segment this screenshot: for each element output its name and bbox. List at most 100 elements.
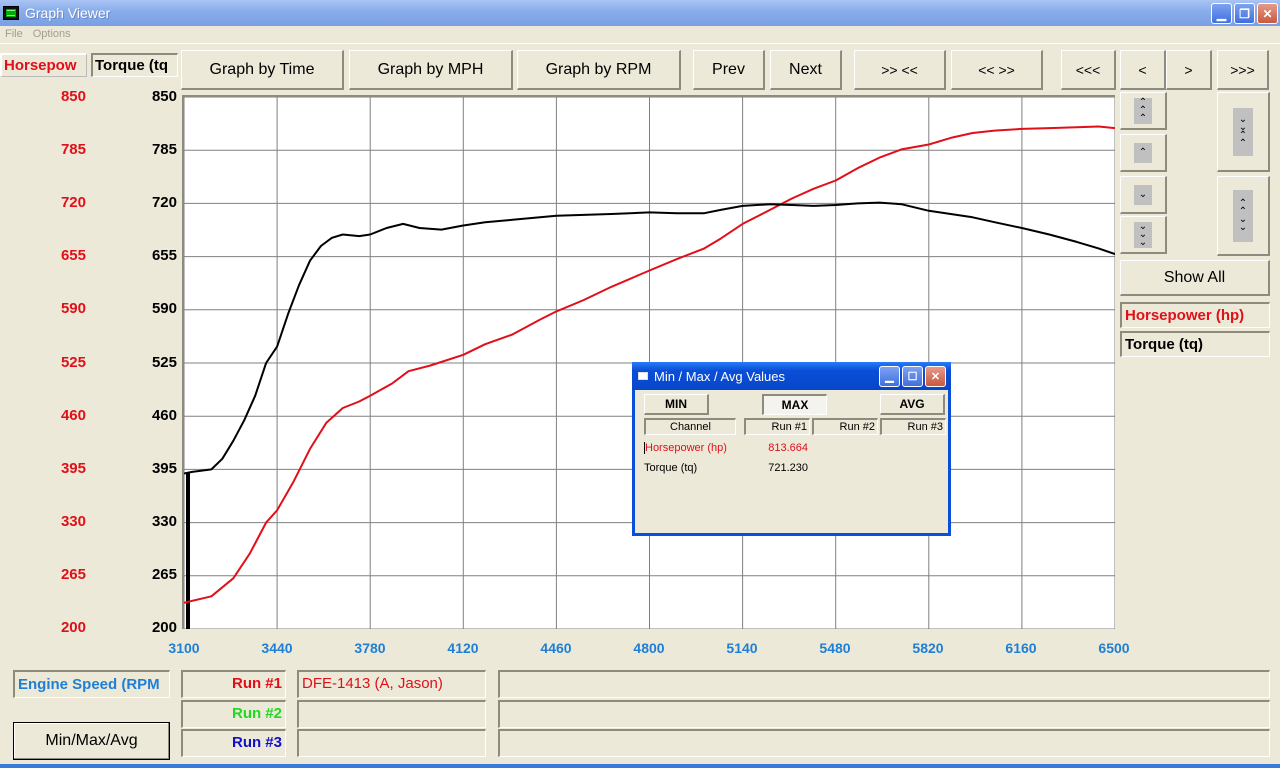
y-right-tick-label: 525 — [151, 353, 177, 371]
dialog-title-bar[interactable]: Min / Max / Avg Values ▁ ☐ ✕ — [632, 362, 951, 390]
close-icon: ✕ — [1262, 6, 1273, 21]
legend-horsepower[interactable]: Horsepower (hp) — [1120, 302, 1270, 328]
y-right-tick-label: 460 — [151, 406, 177, 424]
compress-icon: ⌄ ⌄ ⌃ ⌃ — [1233, 107, 1253, 156]
title-bar: Graph Viewer ▁ ❐ ✕ — [0, 0, 1280, 26]
legend-torque[interactable]: Torque (tq) — [1120, 331, 1270, 357]
y-right-tick-label: 590 — [151, 300, 177, 318]
header-channel: Channel — [644, 418, 736, 435]
menu-bar: File Options — [0, 26, 1280, 44]
run-3-name[interactable] — [297, 729, 486, 757]
y-left-tick-label: 330 — [60, 512, 86, 530]
x-tick-label: 4800 — [633, 640, 665, 656]
x-tick-label: 4120 — [447, 640, 479, 656]
y-right-tick-label: 265 — [151, 565, 177, 583]
x-tick-label: 5140 — [726, 640, 758, 656]
run-1-info — [498, 670, 1270, 698]
x-channel-field[interactable]: Engine Speed (RPM — [13, 670, 170, 698]
run-2-info — [498, 700, 1270, 728]
y-left-tick-label: 590 — [60, 300, 86, 318]
x-tick-label: 4460 — [540, 640, 572, 656]
row-torque-run-1: 721.230 — [768, 462, 808, 474]
y-right-tick-label: 395 — [151, 459, 177, 477]
row-horsepower-run-1: 813.664 — [768, 442, 808, 454]
app-icon — [3, 6, 19, 20]
scroll-top-button[interactable]: ⌃ ⌃ ⌃ — [1120, 92, 1167, 130]
minimize-icon: ▁ — [1216, 6, 1227, 21]
x-tick-label: 5480 — [819, 640, 851, 656]
minimize-icon: ▁ — [885, 371, 894, 383]
show-all-button[interactable]: Show All — [1120, 260, 1270, 296]
dialog-maximize-button[interactable]: ☐ — [902, 366, 923, 387]
run-2-label: Run #2 — [181, 700, 286, 728]
step-forward-button[interactable]: > — [1166, 50, 1212, 90]
expand-scale-button[interactable]: ⌃ ⌃ ⌄ ⌄ — [1217, 176, 1270, 256]
run-1-label: Run #1 — [181, 670, 286, 698]
row-torque-channel[interactable]: Torque (tq) — [644, 462, 697, 474]
header-run-1: Run #1 — [744, 418, 810, 435]
x-tick-label: 3100 — [168, 640, 200, 656]
x-tick-label: 5820 — [912, 640, 944, 656]
dialog-icon — [638, 372, 648, 380]
next-button[interactable]: Next — [770, 50, 842, 90]
graph-by-mph-button[interactable]: Graph by MPH — [349, 50, 513, 90]
dialog-close-button[interactable]: ✕ — [925, 366, 946, 387]
run-3-info — [498, 729, 1270, 757]
first-button[interactable]: <<< — [1061, 50, 1116, 90]
last-button[interactable]: >>> — [1217, 50, 1269, 90]
y-right-tick-label: 655 — [151, 247, 177, 265]
triple-chevron-down-icon: ⌄ ⌄ ⌄ — [1134, 221, 1152, 248]
y-right-tick-label: 850 — [151, 88, 177, 105]
chevron-up-icon: ⌃ — [1134, 142, 1152, 163]
menu-file[interactable]: File — [0, 26, 28, 43]
max-button[interactable]: MAX — [762, 394, 827, 415]
row-horsepower-channel[interactable]: Horsepower (hp) — [644, 442, 727, 454]
compress-scale-button[interactable]: ⌄ ⌄ ⌃ ⌃ — [1217, 92, 1270, 172]
graph-by-time-button[interactable]: Graph by Time — [181, 50, 344, 90]
min-max-avg-button[interactable]: Min/Max/Avg — [13, 722, 170, 760]
maximize-icon: ☐ — [907, 371, 918, 383]
min-max-avg-dialog: Min / Max / Avg Values ▁ ☐ ✕ MIN MAX AVG… — [632, 362, 951, 536]
minimize-button[interactable]: ▁ — [1211, 3, 1232, 24]
dialog-title: Min / Max / Avg Values — [654, 368, 786, 384]
restore-button[interactable]: ❐ — [1234, 3, 1255, 24]
y-left-tick-label: 655 — [60, 247, 86, 265]
prev-button[interactable]: Prev — [693, 50, 765, 90]
y-left-tick-label: 200 — [60, 619, 86, 636]
dialog-minimize-button[interactable]: ▁ — [879, 366, 900, 387]
run-1-name[interactable]: DFE-1413 (A, Jason) — [297, 670, 486, 698]
scroll-up-button[interactable]: ⌃ — [1120, 134, 1167, 172]
expand-icon: ⌃ ⌃ ⌄ ⌄ — [1233, 189, 1253, 242]
zoom-out-button[interactable]: << >> — [951, 50, 1043, 90]
y-left-tick-label: 850 — [60, 88, 86, 105]
menu-options[interactable]: Options — [28, 26, 76, 43]
graph-by-rpm-button[interactable]: Graph by RPM — [517, 50, 681, 90]
triple-chevron-up-icon: ⌃ ⌃ ⌃ — [1134, 97, 1152, 124]
axis-tab-torque[interactable]: Torque (tq — [91, 53, 178, 77]
y-left-tick-label: 265 — [60, 565, 86, 583]
x-tick-label: 3440 — [261, 640, 293, 656]
window-title: Graph Viewer — [25, 5, 111, 21]
scroll-down-button[interactable]: ⌄ — [1120, 176, 1167, 214]
y-right-tick-label: 330 — [151, 512, 177, 530]
header-run-3: Run #3 — [880, 418, 946, 435]
chevron-down-icon: ⌄ — [1134, 184, 1152, 205]
step-back-button[interactable]: < — [1120, 50, 1166, 90]
restore-icon: ❐ — [1239, 6, 1250, 21]
y-right-tick-label: 785 — [151, 141, 177, 159]
x-tick-label: 6160 — [1005, 640, 1037, 656]
scroll-bottom-button[interactable]: ⌄ ⌄ ⌄ — [1120, 216, 1167, 254]
y-left-tick-label: 525 — [60, 353, 86, 371]
close-button[interactable]: ✕ — [1257, 3, 1278, 24]
x-tick-label: 6500 — [1098, 640, 1130, 656]
run-2-name[interactable] — [297, 700, 486, 728]
axis-tab-horsepower[interactable]: Horsepow — [0, 53, 87, 77]
y-left-tick-label: 720 — [60, 194, 86, 212]
x-tick-label: 3780 — [354, 640, 386, 656]
y-left-tick-label: 460 — [60, 406, 86, 424]
avg-button[interactable]: AVG — [880, 394, 945, 415]
y-right-tick-label: 720 — [151, 194, 177, 212]
zoom-in-button[interactable]: >> << — [854, 50, 946, 90]
y-left-tick-label: 395 — [60, 459, 86, 477]
min-button[interactable]: MIN — [644, 394, 709, 415]
